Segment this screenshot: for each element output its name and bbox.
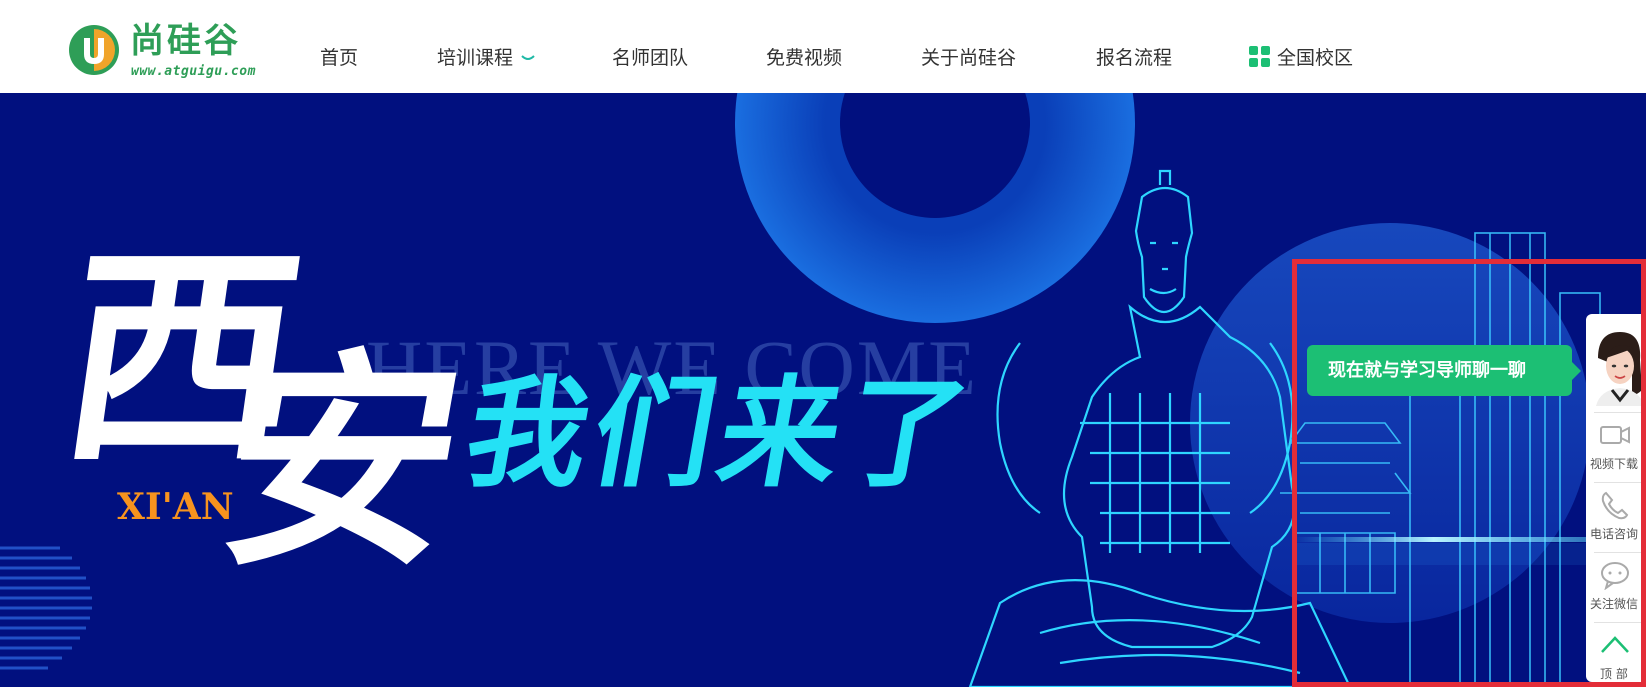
banner-city-en: XI'AN xyxy=(117,486,234,528)
nav-free-videos[interactable]: 免费视频 xyxy=(766,46,842,70)
sidebar-phone-consult-label: 电话咨询 xyxy=(1590,527,1639,541)
tutor-avatar[interactable] xyxy=(1592,328,1644,406)
sidebar-video-download[interactable]: 视频下载 xyxy=(1586,414,1646,482)
banner-slogan: 我们来了 xyxy=(455,365,985,504)
nav-campuses[interactable]: 全国校区 xyxy=(1249,46,1353,70)
chat-bubble-icon xyxy=(1601,562,1629,590)
nav-enrollment-label: 报名流程 xyxy=(1096,47,1173,69)
sidebar-divider xyxy=(1594,482,1642,483)
nav-teachers[interactable]: 名师团队 xyxy=(612,46,688,70)
sidebar-back-to-top-label: 顶 部 xyxy=(1600,667,1628,681)
nav-home[interactable]: 首页 xyxy=(320,46,358,70)
sidebar-phone-consult[interactable]: 电话咨询 xyxy=(1586,484,1646,552)
nav-home-label: 首页 xyxy=(320,47,359,69)
sidebar-divider xyxy=(1594,622,1642,623)
logo-url: www.atguigu.com xyxy=(131,64,256,79)
logo-mark-icon xyxy=(69,25,119,75)
sidebar-divider xyxy=(1594,552,1642,553)
phone-icon xyxy=(1601,491,1629,520)
nav-courses[interactable]: 培训课程 xyxy=(437,46,535,70)
site-header: 尚硅谷 www.atguigu.com 首页 培训课程 名师团队 免费视频 关于… xyxy=(0,0,1646,93)
nav-enrollment[interactable]: 报名流程 xyxy=(1096,46,1172,70)
nav-campuses-label: 全国校区 xyxy=(1277,47,1354,69)
grid-icon xyxy=(1249,46,1270,67)
chat-with-tutor-button[interactable]: 现在就与学习导师聊一聊 xyxy=(1307,345,1581,396)
sidebar-video-download-label: 视频下载 xyxy=(1590,457,1639,471)
banner-calligraphy-an: 安 xyxy=(204,328,482,598)
nav-teachers-label: 名师团队 xyxy=(612,47,689,69)
chevron-up-icon xyxy=(1601,636,1629,653)
nav-about[interactable]: 关于尚硅谷 xyxy=(921,46,1016,70)
nav-free-videos-label: 免费视频 xyxy=(766,47,843,69)
video-camera-icon xyxy=(1600,426,1630,444)
nav-about-label: 关于尚硅谷 xyxy=(921,47,1017,69)
site-logo[interactable]: 尚硅谷 www.atguigu.com xyxy=(68,22,283,80)
sidebar-back-to-top[interactable]: 顶 部 xyxy=(1586,624,1646,682)
chevron-down-icon xyxy=(521,54,535,60)
side-toolbar: 视频下载 电话咨询 关注微信 顶 部 xyxy=(1586,314,1646,682)
sidebar-divider xyxy=(1594,412,1642,413)
nav-courses-label: 培训课程 xyxy=(437,47,514,69)
logo-title: 尚硅谷 xyxy=(130,21,241,61)
sidebar-follow-wechat[interactable]: 关注微信 xyxy=(1586,554,1646,622)
sidebar-follow-wechat-label: 关注微信 xyxy=(1590,597,1639,611)
